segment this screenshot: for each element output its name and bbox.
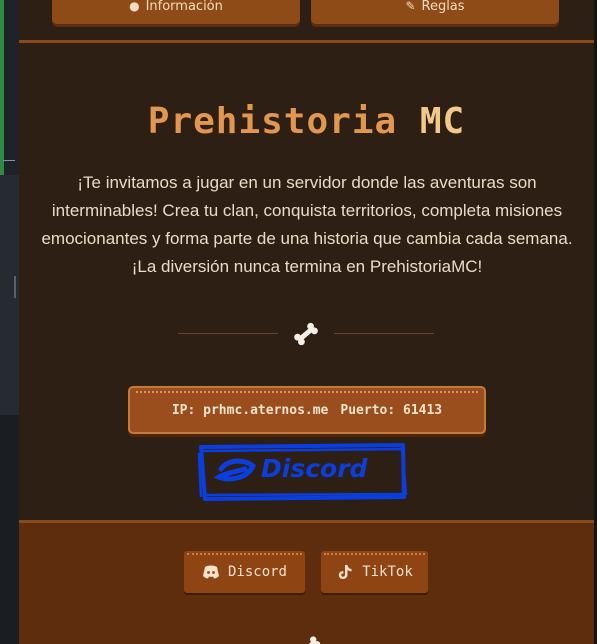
footer: Discord TikTok [19, 520, 594, 644]
info-button[interactable]: ● Información [52, 0, 300, 24]
divider-line-left [178, 333, 278, 334]
info-button-label: Información [145, 0, 223, 14]
handwritten-discord-annotation: Discord [197, 443, 408, 501]
hero-section: Prehistoria MC ¡Te invitamos a jugar en … [19, 43, 594, 520]
editor-low-panel [0, 415, 19, 644]
rules-button-label: Reglas [421, 0, 465, 14]
server-port-text: Puerto: 61413 [340, 402, 443, 418]
server-ip-text: IP: prhmc.aternos.me [171, 402, 329, 418]
hero-description: ¡Te invitamos a jugar en un servidor don… [41, 173, 573, 276]
info-icon: ● [129, 0, 140, 13]
bone-icon [294, 322, 318, 346]
footer-discord-label: Discord [227, 564, 287, 580]
bone-icon [302, 636, 321, 644]
top-navigation: ● Información ✎ Reglas [19, 0, 594, 43]
editor-mid-panel [0, 175, 19, 415]
title-part-mc: MC [419, 101, 466, 142]
footer-tiktok-label: TikTok [362, 564, 413, 580]
title-part-prehistoria: Prehistoria [147, 101, 398, 142]
server-ip-box[interactable]: IP: prhmc.aternos.me Puerto: 61413 [128, 386, 486, 434]
handwritten-discord-text: Discord [261, 454, 369, 483]
discord-icon [202, 565, 219, 579]
rules-button[interactable]: ✎ Reglas [311, 0, 559, 24]
hero-divider [19, 319, 594, 349]
hammer-icon: ✎ [405, 0, 416, 13]
editor-dash [3, 160, 15, 161]
editor-scroll-tick[interactable] [14, 276, 16, 298]
divider-line-right [334, 333, 434, 334]
tiktok-icon [339, 565, 352, 579]
footer-discord-button[interactable]: Discord [184, 551, 305, 593]
footer-tiktok-button[interactable]: TikTok [321, 551, 428, 593]
editor-green-strip [0, 0, 4, 175]
page-title: Prehistoria MC [19, 101, 594, 142]
page-viewport: ● Información ✎ Reglas Prehistoria MC ¡T… [19, 0, 594, 644]
editor-side-panel [0, 0, 19, 644]
